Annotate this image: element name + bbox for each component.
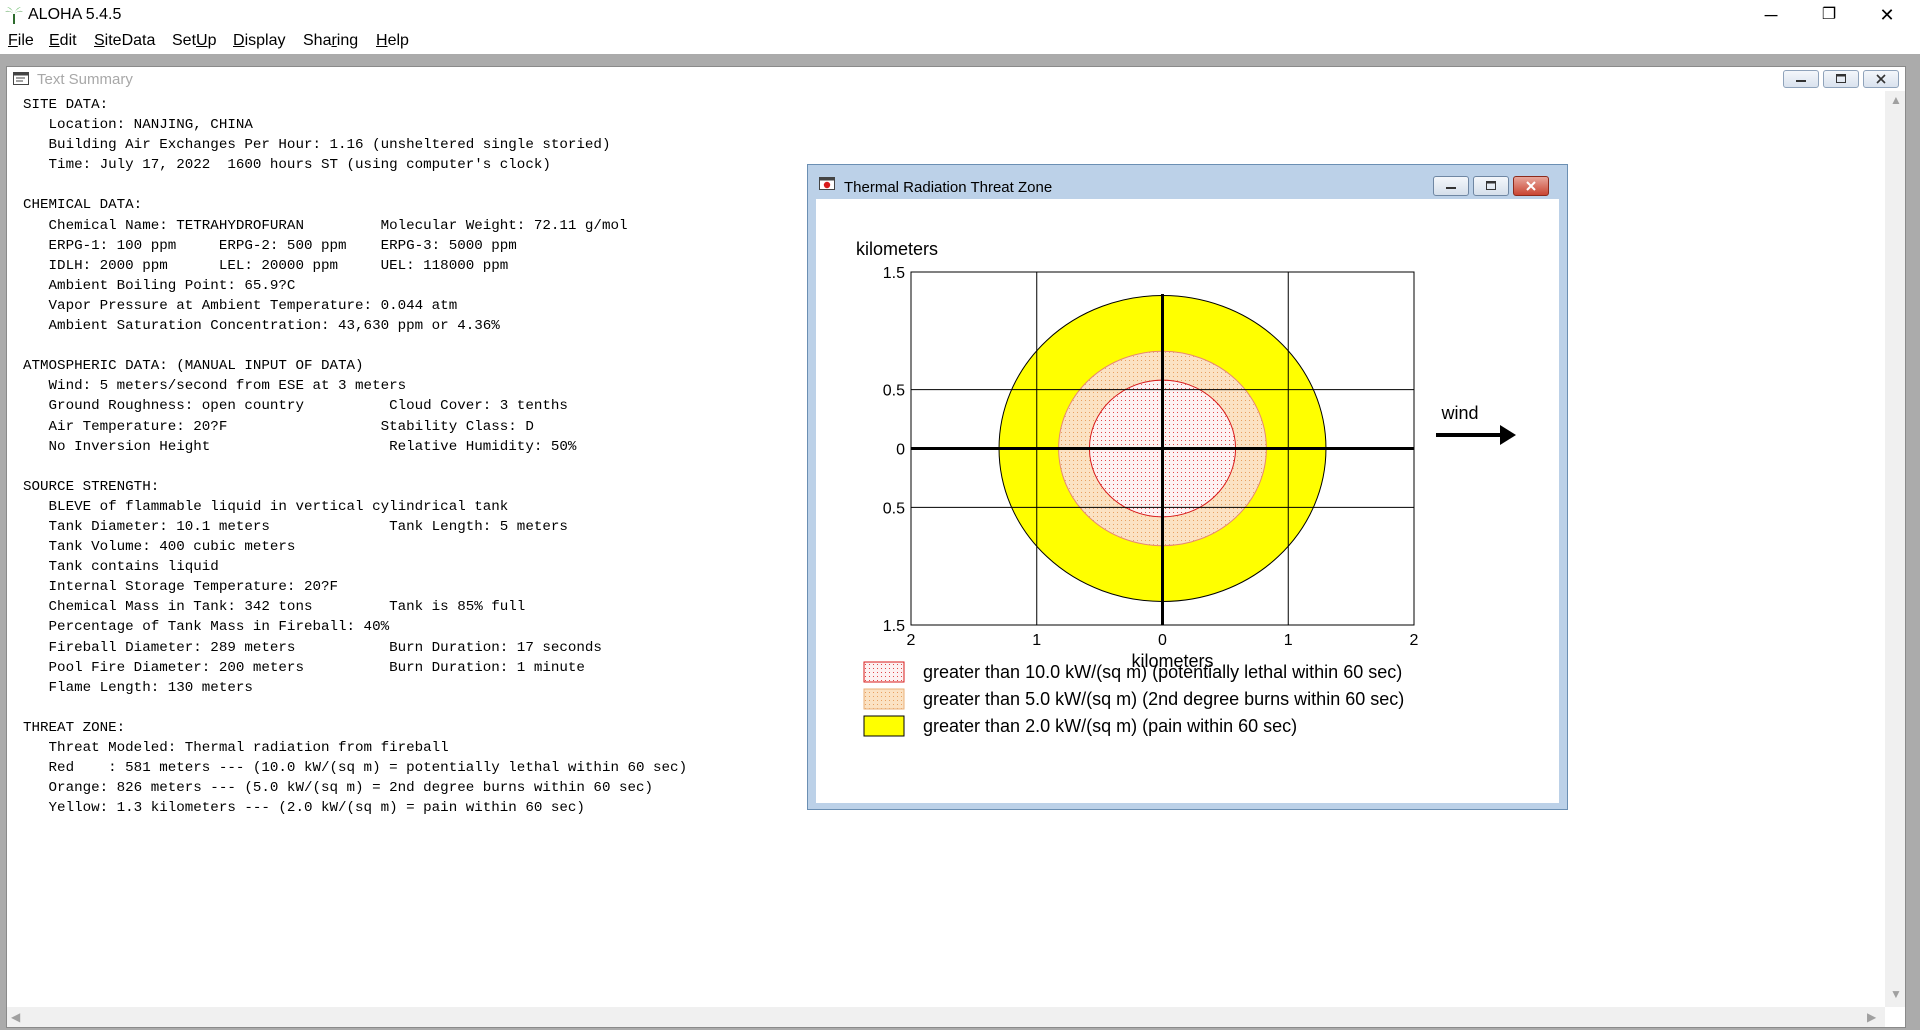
y-tick-label: 0.5 (883, 383, 905, 400)
legend-label: greater than 2.0 kW/(sq m) (pain within … (923, 716, 1297, 736)
x-tick-label: 2 (1410, 632, 1419, 649)
summary-line: Tank Volume: 400 cubic meters (23, 539, 296, 556)
summary-line: SOURCE STRENGTH: (23, 478, 160, 495)
summary-line: Fireball Diameter: 289 meters Burn Durat… (23, 639, 602, 656)
text-summary-title: Text Summary (37, 71, 133, 88)
threat-zone-titlebar[interactable]: Thermal Radiation Threat Zone (808, 165, 1567, 199)
summary-line: Building Air Exchanges Per Hour: 1.16 (u… (23, 137, 611, 154)
text-window-icon (13, 72, 29, 85)
text-summary-titlebar[interactable]: Text Summary (7, 67, 1905, 91)
menu-display[interactable]: Display (233, 32, 285, 50)
legend-swatch (863, 661, 905, 683)
summary-line: Location: NANJING, CHINA (23, 117, 253, 134)
summary-line: ERPG-1: 100 ppm ERPG-2: 500 ppm ERPG-3: … (23, 237, 517, 254)
menu-sitedata[interactable]: SiteData (94, 32, 155, 50)
menu-file[interactable]: File (8, 32, 34, 50)
summary-line: Tank Diameter: 10.1 meters Tank Length: … (23, 518, 568, 535)
summary-line: Ground Roughness: open country Cloud Cov… (23, 398, 568, 415)
scroll-left-icon[interactable]: ◀ (11, 1010, 20, 1024)
summary-line: SITE DATA: (23, 97, 109, 113)
threat-zone-minimize-button[interactable] (1433, 176, 1469, 196)
threat-zone-plot-area: 1.5 0.5 0 0.5 1.5 2 1 0 1 2 kilometers kilometers wi… (816, 199, 1559, 803)
summary-line: Vapor Pressure at Ambient Temperature: 0… (23, 297, 458, 314)
app-title: ALOHA 5.4.5 (28, 6, 122, 23)
aloha-palm-icon (5, 7, 23, 24)
threat-zone-chart: 1.50.500.51.52 1 0 1 2kilometerskilometerswi… (856, 239, 1516, 737)
wind-label: wind (1440, 403, 1478, 423)
threat-zone-window-icon (819, 177, 835, 190)
summary-line: Yellow: 1.3 kilometers --- (2.0 kW/(sq m… (23, 800, 585, 817)
summary-line: Percentage of Tank Mass in Fireball: 40% (23, 619, 390, 636)
summary-line: Threat Modeled: Thermal radiation from f… (23, 740, 449, 756)
x-tick-label: 2 (907, 632, 916, 649)
x-tick-label: 1 (1032, 632, 1041, 649)
y-tick-label: 1.5 (883, 265, 905, 282)
menu-edit[interactable]: Edit (49, 32, 77, 50)
text-summary-close-button[interactable] (1863, 70, 1899, 88)
threat-zone-title: Thermal Radiation Threat Zone (844, 179, 1053, 196)
close-icon (1876, 74, 1886, 84)
threat-zone-window: Thermal Radiation Threat Zone 1.5 0.5 0 0.5… (807, 164, 1568, 810)
summary-line: ATMOSPHERIC DATA: (MANUAL INPUT OF DATA) (23, 358, 364, 375)
summary-line: No Inversion Height Relative Humidity: 5… (23, 438, 577, 455)
summary-line: CHEMICAL DATA: (23, 197, 143, 214)
summary-line: Wind: 5 meters/second from ESE at 3 mete… (23, 378, 407, 395)
summary-line: Orange: 826 meters --- (5.0 kW/(sq m) = … (23, 780, 654, 797)
y-tick-label: 0.5 (883, 500, 905, 517)
vertical-scrollbar[interactable]: ▲ ▼ (1885, 91, 1905, 1007)
summary-line: Chemical Name: TETRAHYDROFURAN Molecular… (23, 217, 628, 234)
summary-line: Flame Length: 130 meters (23, 679, 253, 696)
x-tick-label: 1 (1284, 632, 1293, 649)
threat-zone-close-button[interactable] (1513, 176, 1549, 196)
menu-sharing[interactable]: Sharing (303, 32, 358, 50)
scroll-up-icon[interactable]: ▲ (1890, 93, 1902, 107)
x-tick-label: 0 (1158, 632, 1167, 649)
close-button[interactable]: ✕ (1864, 0, 1910, 30)
restore-button[interactable]: ❐ (1806, 0, 1852, 30)
threat-zone-restore-button[interactable] (1473, 176, 1509, 196)
legend-label: greater than 5.0 kW/(sq m) (2nd degree b… (923, 689, 1404, 709)
summary-line: Red : 581 meters --- (10.0 kW/(sq m) = p… (23, 760, 688, 777)
minimize-icon (1796, 80, 1806, 82)
menu-bar: File Edit SiteData SetUp Display Sharing… (0, 30, 1920, 54)
scroll-down-icon[interactable]: ▼ (1890, 987, 1902, 1001)
legend-swatch (863, 688, 905, 710)
summary-line: Ambient Boiling Point: 65.9?C (23, 277, 296, 294)
summary-line: Ambient Saturation Concentration: 43,630… (23, 318, 500, 335)
summary-line: Air Temperature: 20?F Stability Class: D (23, 418, 534, 435)
summary-line: IDLH: 2000 ppm LEL: 20000 ppm UEL: 11800… (23, 257, 509, 274)
summary-line: Time: July 17, 2022 1600 hours ST (using… (23, 157, 551, 174)
summary-line: Tank contains liquid (23, 559, 219, 576)
restore-icon (1836, 74, 1846, 83)
close-icon (1526, 181, 1536, 191)
menu-setup[interactable]: SetUp (172, 32, 216, 50)
horizontal-scrollbar[interactable]: ◀ ▶ (7, 1007, 1885, 1027)
summary-line: Internal Storage Temperature: 20?F (23, 579, 339, 596)
y-axis-title: kilometers (856, 239, 938, 259)
summary-line: Pool Fire Diameter: 200 meters Burn Dura… (23, 659, 585, 676)
summary-line: THREAT ZONE: (23, 719, 126, 736)
menu-help[interactable]: Help (376, 32, 409, 50)
text-summary-restore-button[interactable] (1823, 70, 1859, 88)
wind-arrow-icon (1500, 425, 1516, 445)
legend-label: greater than 10.0 kW/(sq m) (potentially… (923, 662, 1402, 682)
minimize-icon (1446, 187, 1456, 189)
summary-line: Chemical Mass in Tank: 342 tons Tank is … (23, 599, 526, 616)
minimize-button[interactable]: ─ (1748, 0, 1794, 30)
scroll-right-icon[interactable]: ▶ (1867, 1010, 1876, 1024)
text-summary-minimize-button[interactable] (1783, 70, 1819, 88)
summary-line: BLEVE of flammable liquid in vertical cy… (23, 498, 509, 515)
y-tick-label: 0 (896, 442, 905, 459)
app-titlebar: ALOHA 5.4.5 ─ ❐ ✕ (0, 0, 1920, 30)
y-tick-label: 1.5 (883, 618, 905, 635)
restore-icon (1486, 181, 1496, 190)
summary-text: SITE DATA: Location: NANJING, CHINA Buil… (23, 95, 687, 818)
legend-swatch (863, 715, 905, 737)
